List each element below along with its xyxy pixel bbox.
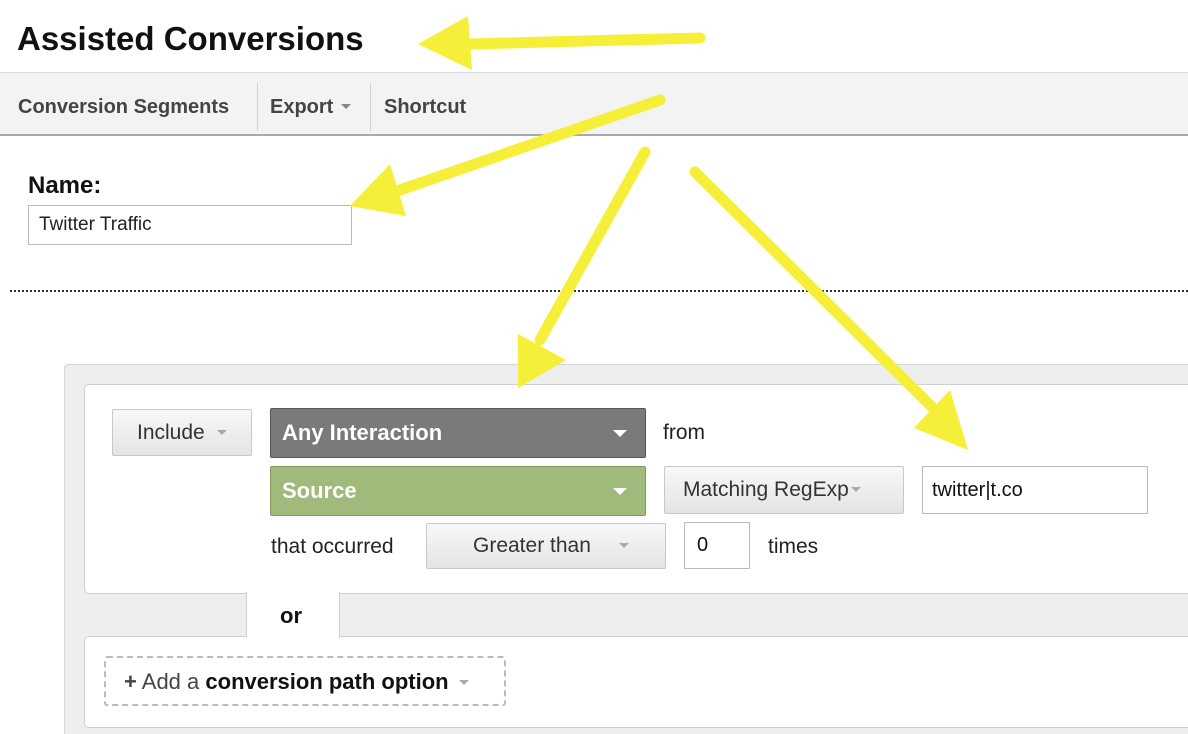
include-dropdown[interactable]: Include (112, 409, 252, 456)
comparison-label: Greater than (473, 534, 591, 557)
or-label: or (280, 603, 302, 628)
chevron-down-icon (458, 679, 469, 685)
section-divider (10, 290, 1188, 292)
chevron-down-icon (618, 542, 629, 548)
count-input[interactable] (684, 522, 750, 569)
match-type-dropdown[interactable]: Matching RegExp (664, 466, 904, 514)
arrow-to-title (418, 16, 706, 70)
export-button[interactable]: Export (270, 73, 352, 135)
dimension-label: Source (282, 478, 357, 503)
export-label: Export (270, 96, 334, 118)
add-option-text: conversion path option (205, 669, 449, 694)
chevron-down-icon (613, 430, 627, 437)
interaction-dropdown[interactable]: Any Interaction (270, 408, 646, 458)
match-type-label: Matching RegExp (683, 478, 849, 501)
chevron-down-icon (216, 429, 227, 435)
toolbar-divider (257, 83, 258, 131)
match-value-input[interactable] (922, 466, 1148, 514)
add-option-prefix: Add a (141, 669, 200, 694)
chevron-down-icon (613, 488, 627, 495)
shortcut-button[interactable]: Shortcut (384, 73, 466, 135)
conversion-segments-button[interactable]: Conversion Segments (18, 73, 229, 135)
page-title: Assisted Conversions (17, 20, 364, 57)
from-text: from (663, 421, 705, 444)
comparison-dropdown[interactable]: Greater than (426, 523, 666, 569)
times-text: times (768, 535, 819, 558)
chevron-down-icon (850, 486, 861, 492)
chevron-down-icon (341, 103, 352, 109)
name-label: Name: (28, 172, 102, 199)
dimension-dropdown[interactable]: Source (270, 466, 646, 516)
segment-name-input[interactable] (28, 205, 352, 245)
arrow-to-interaction (518, 146, 651, 388)
interaction-label: Any Interaction (282, 420, 443, 445)
include-label: Include (137, 421, 205, 444)
plus-icon: + (124, 669, 137, 694)
toolbar: Conversion Segments Export Shortcut (0, 72, 1188, 136)
occurred-text: that occurred (271, 535, 394, 558)
toolbar-divider (370, 83, 371, 131)
add-conversion-path-option-button[interactable]: + Add a conversion path option (104, 656, 506, 706)
